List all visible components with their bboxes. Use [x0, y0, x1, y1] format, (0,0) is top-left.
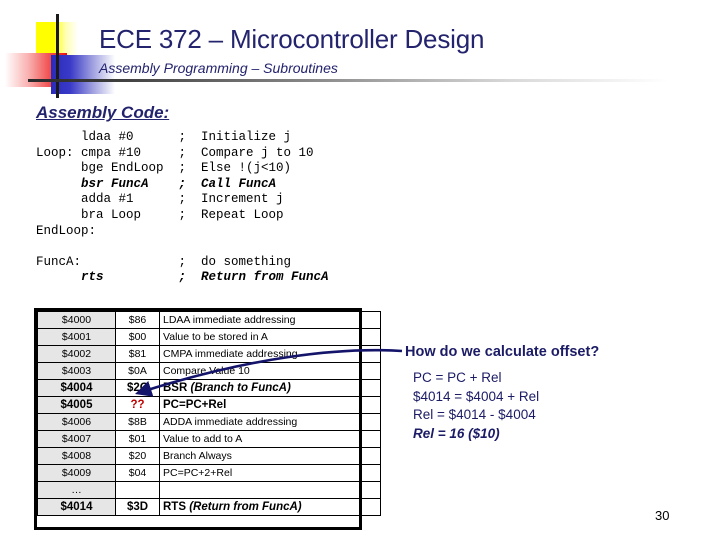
page-number: 30	[655, 508, 670, 523]
cell-value: $81	[115, 345, 160, 363]
decoration-horizontal-rule	[28, 79, 668, 82]
cell-value: $20	[115, 447, 160, 465]
cell-description: ADDA immediate addressing	[159, 413, 381, 431]
cell-description: Compare Value 10	[159, 362, 381, 380]
cell-address: $4002	[37, 345, 116, 363]
cell-value: ??	[115, 396, 160, 414]
cell-value: $0A	[115, 362, 160, 380]
cell-value: $00	[115, 328, 160, 346]
cell-value: $2C	[115, 379, 160, 397]
section-heading-assembly-code: Assembly Code:	[36, 103, 170, 122]
code-line: FuncA: ; do something	[36, 254, 292, 269]
code-line: EndLoop:	[36, 223, 97, 238]
table-row: $4002 $81 CMPA immediate addressing	[37, 345, 381, 363]
cell-description: Value to add to A	[159, 430, 381, 448]
code-line: bge EndLoop ; Else !(j<10)	[36, 161, 292, 176]
table-row: $4000 $86 LDAA immediate addressing	[37, 311, 381, 329]
cell-address: $4006	[37, 413, 116, 431]
cell-address: $4008	[37, 447, 116, 465]
cell-address: $4001	[37, 328, 116, 346]
cell-description: Value to be stored in A	[159, 328, 381, 346]
table-row: $4008 $20 Branch Always	[37, 447, 381, 465]
memory-map-table-body: $4000 $86 LDAA immediate addressing $4001 $0…	[37, 311, 381, 516]
cell-description-emphasis: (Branch to FuncA)	[190, 382, 291, 394]
code-line: bsr FuncA ; Call FuncA	[36, 176, 277, 191]
cell-description: BSR (Branch to FuncA)	[159, 379, 381, 397]
cell-value: $3D	[115, 498, 160, 516]
table-row: $4007 $01 Value to add to A	[37, 430, 381, 448]
callout-line: Rel = $4014 - $4004	[413, 407, 536, 422]
page-subtitle: Assembly Programming – Subroutines	[99, 60, 338, 76]
cell-address: $4005	[37, 396, 116, 414]
cell-description: Branch Always	[159, 447, 381, 465]
cell-address: $4000	[37, 311, 116, 329]
cell-address: $4004	[37, 379, 116, 397]
cell-address: $4009	[37, 464, 116, 482]
decoration-vertical-line	[56, 14, 59, 98]
table-row: $4006 $8B ADDA immediate addressing	[37, 413, 381, 431]
table-row: $4004 $2C BSR (Branch to FuncA)	[37, 379, 381, 397]
code-line: adda #1 ; Increment j	[36, 192, 284, 207]
decoration-yellow-square	[36, 22, 78, 64]
callout-calculation-lines: PC = PC + Rel $4014 = $4004 + Rel Rel = $4…	[413, 369, 539, 443]
table-row: $4001 $00 Value to be stored in A	[37, 328, 381, 346]
cell-description: PC=PC+Rel	[159, 396, 381, 414]
code-line: rts ; Return from FuncA	[36, 270, 329, 285]
cell-address: $4007	[37, 430, 116, 448]
callout-question: How do we calculate offset?	[405, 344, 600, 360]
cell-address: …	[37, 481, 116, 499]
memory-map-table: $4000 $86 LDAA immediate addressing $4001 $0…	[37, 311, 381, 516]
assembly-code-block: ldaa #0 ; Initialize j Loop: cmpa #10 ; C…	[36, 130, 329, 286]
cell-description: LDAA immediate addressing	[159, 311, 381, 329]
code-line: ldaa #0 ; Initialize j	[36, 130, 292, 144]
cell-description	[159, 481, 381, 499]
code-line: bra Loop ; Repeat Loop	[36, 207, 284, 222]
table-row: $4009 $04 PC=PC+2+Rel	[37, 464, 381, 482]
cell-value: $8B	[115, 413, 160, 431]
cell-description: RTS (Return from FuncA)	[159, 498, 381, 516]
cell-value: $04	[115, 464, 160, 482]
table-row: …	[37, 481, 381, 499]
cell-address: $4003	[37, 362, 116, 380]
callout-line: $4014 = $4004 + Rel	[413, 388, 540, 404]
cell-description-emphasis: (Return from FuncA)	[189, 501, 302, 513]
cell-value: $01	[115, 430, 160, 448]
cell-description: PC=PC+2+Rel	[159, 464, 381, 482]
code-line: Loop: cmpa #10 ; Compare j to 10	[36, 145, 314, 160]
cell-value	[115, 481, 160, 499]
callout-line: Rel = 16 ($10)	[413, 425, 500, 441]
cell-description: CMPA immediate addressing	[159, 345, 381, 363]
cell-address: $4014	[37, 498, 116, 516]
table-row: $4014 $3D RTS (Return from FuncA)	[37, 498, 381, 516]
table-row: $4005?? PC=PC+Rel	[37, 396, 381, 414]
page-title: ECE 372 – Microcontroller Design	[99, 24, 485, 54]
table-row: $4003 $0A Compare Value 10	[37, 362, 381, 380]
cell-value: $86	[115, 311, 160, 329]
callout-line: PC = PC + Rel	[413, 370, 502, 385]
